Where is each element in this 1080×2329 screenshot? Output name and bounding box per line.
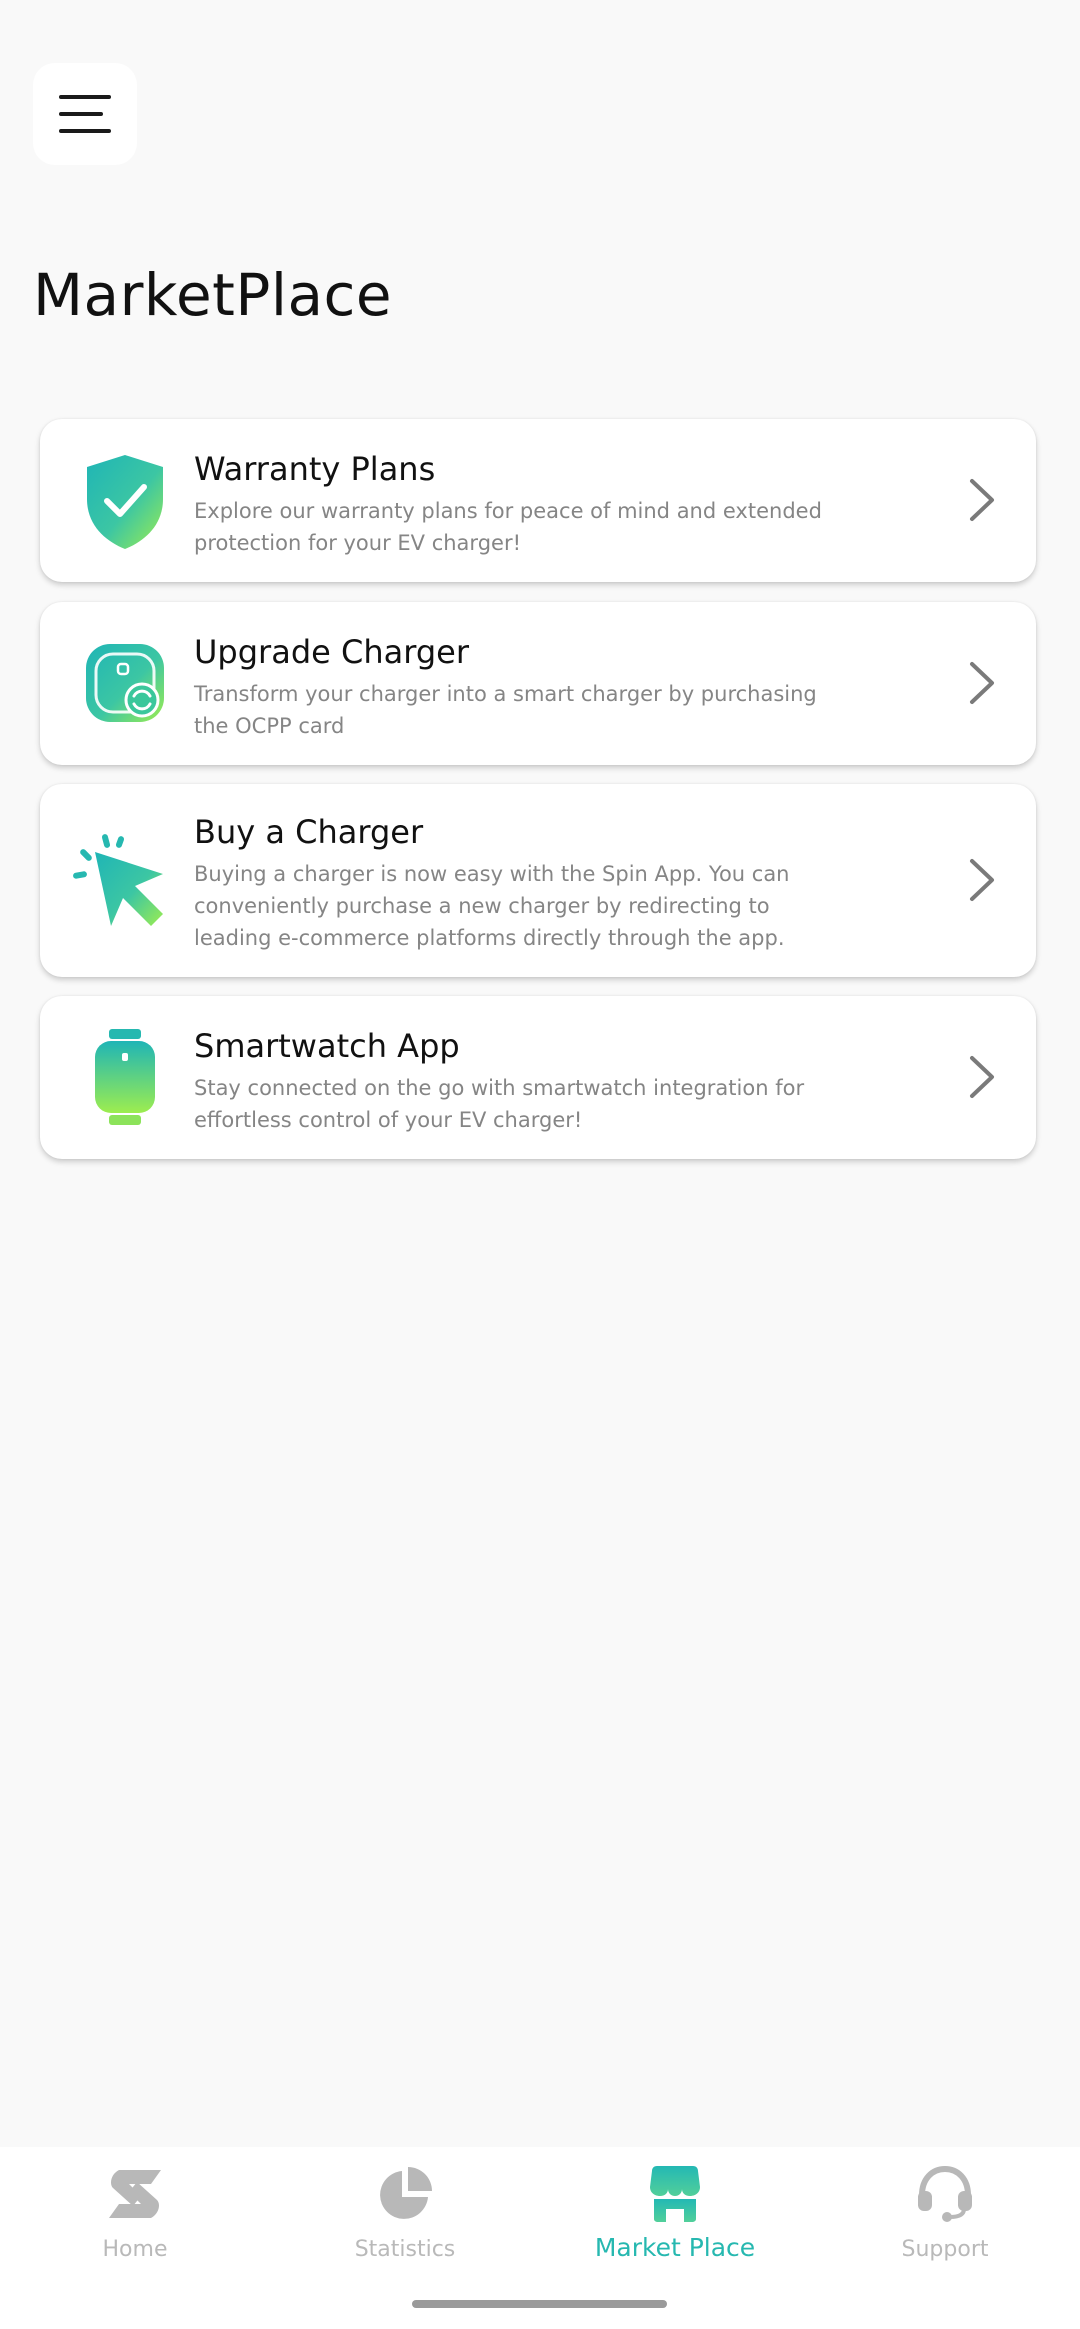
card-buy-a-charger[interactable]: Buy a Charger Buying a charger is now ea… <box>40 784 1036 977</box>
charger-upgrade-icon <box>70 628 180 738</box>
hamburger-menu-icon <box>59 95 111 133</box>
chevron-right-icon <box>970 1056 994 1098</box>
nav-label-statistics: Statistics <box>354 2237 456 2262</box>
card-description: Buying a charger is now easy with the Sp… <box>194 862 790 950</box>
pie-chart-icon <box>374 2163 436 2225</box>
nav-item-support[interactable]: Support <box>810 2163 1080 2262</box>
chevron-right-icon <box>970 662 994 704</box>
card-upgrade-charger[interactable]: Upgrade Charger Transform your charger i… <box>40 602 1036 765</box>
card-description: Stay connected on the go with smartwatch… <box>194 1076 805 1132</box>
menu-button[interactable] <box>33 63 137 165</box>
headset-icon <box>914 2163 976 2225</box>
card-warranty-plans[interactable]: Warranty Plans Explore our warranty plan… <box>40 419 1036 582</box>
card-title: Buy a Charger <box>194 813 424 851</box>
card-title: Upgrade Charger <box>194 633 469 671</box>
nav-item-market-place[interactable]: Market Place <box>540 2163 810 2262</box>
card-title: Warranty Plans <box>194 450 436 488</box>
cursor-click-icon <box>62 825 172 935</box>
card-description: Transform your charger into a smart char… <box>194 682 817 738</box>
nav-label-market-place: Market Place <box>594 2233 756 2262</box>
nav-item-statistics[interactable]: Statistics <box>270 2163 540 2262</box>
page-title: MarketPlace <box>33 261 393 329</box>
chevron-right-icon <box>970 479 994 521</box>
store-icon <box>644 2163 706 2225</box>
spin-logo-icon <box>104 2163 166 2225</box>
card-title: Smartwatch App <box>194 1027 460 1065</box>
shield-check-icon <box>70 446 180 556</box>
chevron-right-icon <box>970 859 994 901</box>
card-description: Explore our warranty plans for peace of … <box>194 499 822 555</box>
nav-item-home[interactable]: Home <box>0 2163 270 2262</box>
nav-label-support: Support <box>901 2237 989 2262</box>
card-smartwatch-app[interactable]: Smartwatch App Stay connected on the go … <box>40 996 1036 1159</box>
smartwatch-icon <box>70 1022 180 1132</box>
home-indicator <box>412 2300 667 2308</box>
nav-label-home: Home <box>102 2237 168 2262</box>
